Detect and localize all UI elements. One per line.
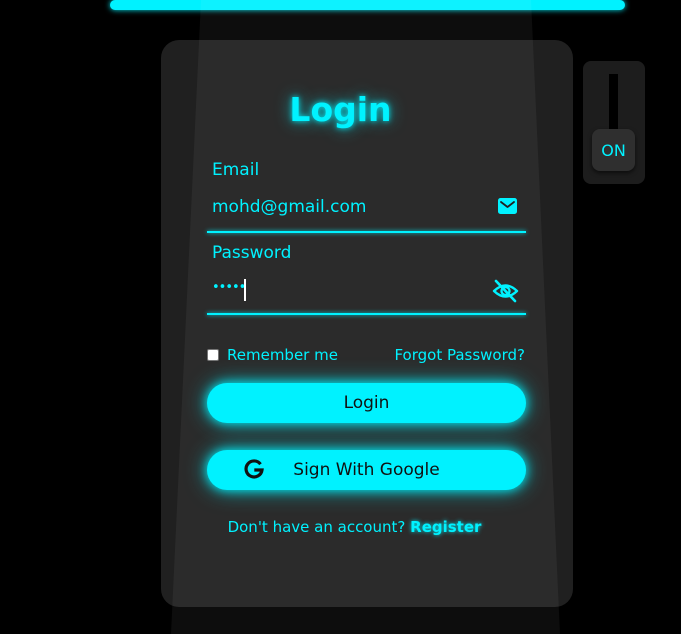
password-underline	[207, 313, 526, 315]
lamp-toggle[interactable]: ON	[583, 61, 645, 184]
email-underline	[207, 231, 526, 233]
email-field[interactable]: mohd@gmail.com	[212, 197, 366, 217]
toggle-knob[interactable]: ON	[592, 129, 635, 171]
password-label: Password	[212, 243, 292, 263]
lamp-light-bar	[110, 0, 625, 10]
login-button[interactable]: Login	[207, 383, 526, 423]
toggle-label: ON	[601, 140, 626, 160]
login-title: Login	[289, 90, 392, 129]
login-button-label: Login	[343, 393, 390, 413]
remember-checkbox[interactable]	[207, 349, 219, 361]
remember-me[interactable]: Remember me	[207, 346, 338, 364]
text-caret	[244, 279, 246, 301]
remember-label: Remember me	[227, 346, 338, 364]
toggle-track	[609, 74, 618, 134]
google-g-icon	[243, 459, 265, 486]
register-prompt-text: Don't have an account?	[227, 518, 406, 536]
google-signin-button[interactable]: Sign With Google	[207, 450, 526, 490]
register-link[interactable]: Register	[410, 518, 481, 536]
email-label: Email	[212, 160, 260, 180]
eye-slash-icon[interactable]	[492, 279, 519, 307]
password-field[interactable]: •••••	[212, 280, 246, 295]
register-prompt: Don't have an account? Register	[0, 518, 681, 536]
google-button-label: Sign With Google	[293, 460, 440, 480]
envelope-icon	[498, 198, 517, 218]
forgot-password-link[interactable]: Forgot Password?	[394, 346, 525, 364]
